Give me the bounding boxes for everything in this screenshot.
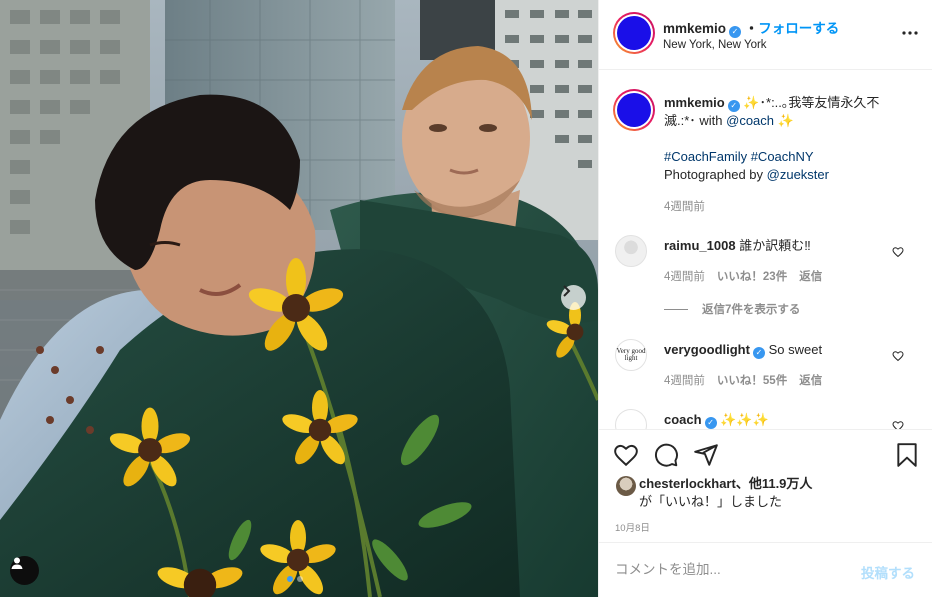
hashtags[interactable]: #CoachFamily #CoachNY [664,149,814,164]
comment-input[interactable] [615,558,845,580]
liker-username[interactable]: chesterlockhart [639,476,736,491]
user-icon [11,557,23,569]
post-date[interactable]: 10月8日 [615,520,650,534]
verified-badge-icon: ✓ [704,417,717,429]
tagged-users-button[interactable] [10,556,39,585]
more-options-button[interactable] [902,24,918,35]
mention-zuekster[interactable]: @zuekster [767,167,829,182]
verified-badge-icon: ✓ [727,100,740,112]
likes-summary: chesterlockhart、他11.9万人 が「いいね！」しました [639,475,812,511]
reply-button[interactable]: 返信 [799,375,822,387]
ellipsis-icon [902,31,918,35]
caption: mmkemio ✓ ✨･*:..｡我等友情永久不滅.:*･ with @coach… [664,94,904,184]
comment-text: So sweet [768,342,823,357]
comment-like-icon[interactable] [892,350,904,362]
username-link[interactable]: mmkemio [663,21,726,36]
photo-illustration [0,0,598,597]
comment-row: raimu_1008 誰か訳頼む‼ [664,237,904,255]
liker-others[interactable]: 、他11.9万人 [736,476,813,491]
post-header: mmkemio ✓ ・フォローする New York, New York [599,0,932,70]
reply-button[interactable]: 返信 [799,271,822,283]
caption-time: 4週間前 [664,201,705,213]
commenter-avatar[interactable]: Very good light [615,339,647,371]
comment-text: 誰か訳頼む‼ [739,238,811,253]
comment-icon[interactable] [653,442,679,468]
send-icon[interactable] [693,442,719,468]
verified-badge-icon: ✓ [729,25,742,38]
comment-likes[interactable]: いいね！23件 [717,271,787,283]
header-user: mmkemio ✓ ・フォローする [663,17,839,38]
mention-coach[interactable]: @coach [726,113,774,128]
comment-time: 4週間前 [664,375,705,387]
add-comment-bar: 投稿する [599,542,932,597]
commenter-avatar[interactable] [615,235,647,267]
caption-avatar[interactable] [613,89,655,131]
view-replies-button[interactable]: 返信7件を表示する [664,301,800,317]
comment-text: ✨✨✨ [720,412,769,427]
comment-meta: 4週間前 いいね！23件 返信 [664,268,822,284]
location-link[interactable]: New York, New York [663,39,767,51]
carousel-indicator [287,576,303,582]
comment-like-icon[interactable] [892,246,904,258]
comment-username[interactable]: coach [664,412,702,427]
follow-button[interactable]: フォローする [758,21,839,36]
comment-like-icon[interactable] [892,420,904,429]
commenter-avatar[interactable] [615,409,647,429]
post-photo[interactable] [0,0,598,597]
comment-row: verygoodlight ✓ So sweet [664,341,904,359]
comment-likes[interactable]: いいね！55件 [717,375,787,387]
comment-username[interactable]: raimu_1008 [664,238,736,253]
likes-suffix: が「いいね！」しました [639,494,783,509]
photo-credit-prefix: Photographed by [664,167,767,182]
liker-avatar[interactable] [616,476,636,496]
comment-meta: 4週間前 いいね！55件 返信 [664,372,822,388]
separator: ・ [744,21,759,36]
comments-list[interactable]: mmkemio ✓ ✨･*:..｡我等友情永久不滅.:*･ with @coach… [599,71,932,429]
carousel-dot [287,576,293,582]
carousel-next-button[interactable] [561,285,586,310]
heart-icon[interactable] [613,442,639,468]
verified-badge-icon: ✓ [752,347,765,359]
carousel-dot [297,576,303,582]
sparkle-emoji: ✨ [777,113,794,128]
caption-username[interactable]: mmkemio [664,95,725,110]
chevron-right-icon [563,285,571,297]
post-actions: chesterlockhart、他11.9万人 が「いいね！」しました 10月8… [599,429,932,542]
avatar[interactable] [613,12,655,54]
comment-username[interactable]: verygoodlight [664,342,750,357]
post-comment-button[interactable]: 投稿する [861,562,915,582]
comment-row: coach ✓ ✨✨✨ [664,411,904,429]
comment-time: 4週間前 [664,271,705,283]
bookmark-icon[interactable] [894,442,920,468]
post-sidebar: mmkemio ✓ ・フォローする New York, New York mmke… [598,0,932,597]
